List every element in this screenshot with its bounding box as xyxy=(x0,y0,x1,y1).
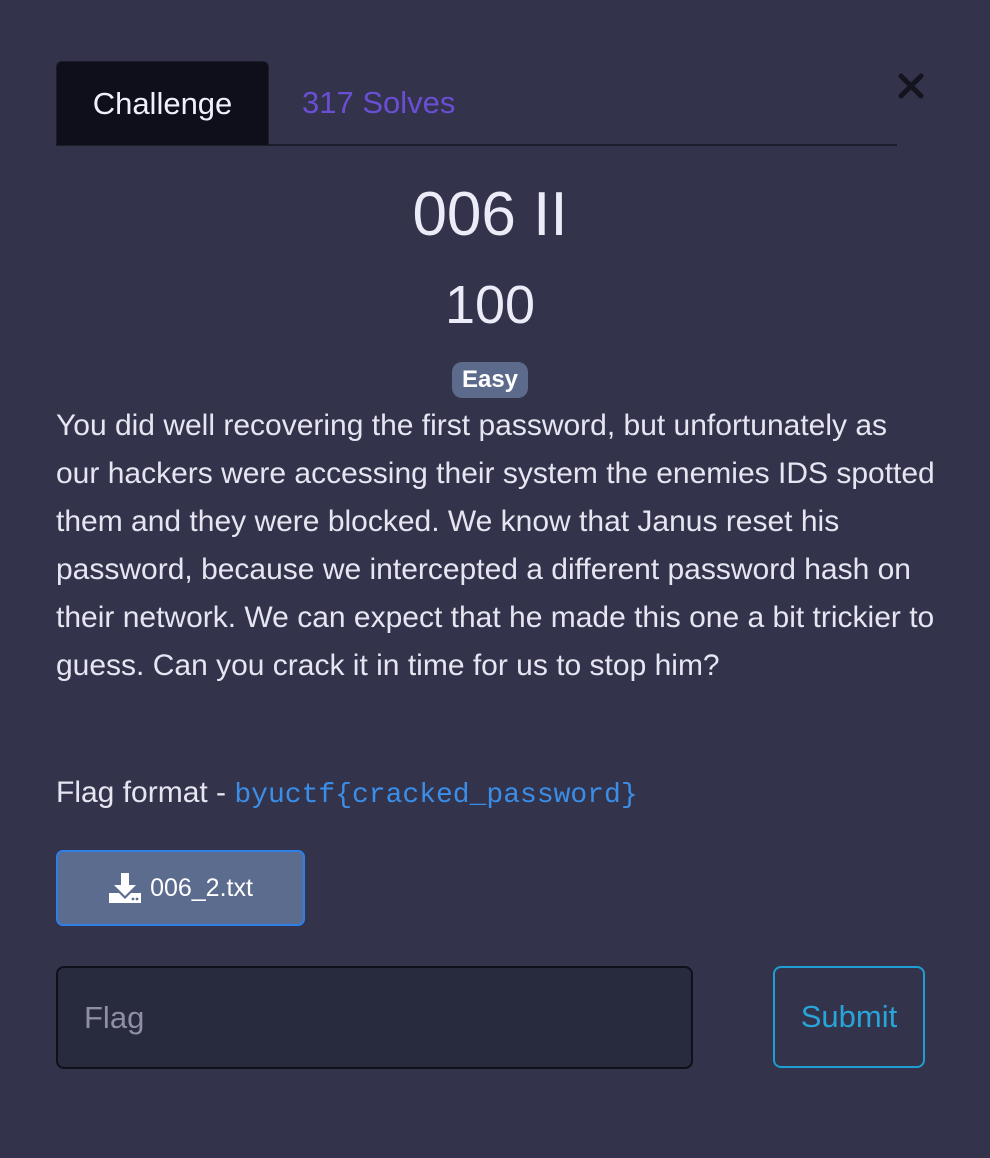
flag-input[interactable] xyxy=(56,966,693,1069)
tab-bar: Challenge 317 Solves xyxy=(56,61,897,146)
challenge-description: You did well recovering the first passwo… xyxy=(56,409,935,682)
difficulty-badge-wrap: Easy xyxy=(0,362,980,398)
download-file-button[interactable]: 006_2.txt xyxy=(56,850,305,926)
challenge-name: 006 II xyxy=(412,180,568,249)
difficulty-badge: Easy xyxy=(451,362,529,398)
flag-format-line: Flag format - byuctf{cracked_password} xyxy=(56,770,638,819)
tab-challenge-label: Challenge xyxy=(92,85,233,121)
tab-solves[interactable]: 317 Solves xyxy=(302,61,455,144)
tab-challenge[interactable]: Challenge xyxy=(56,61,269,145)
flag-format-code: byuctf{cracked_password} xyxy=(234,780,638,811)
submit-button[interactable]: Submit xyxy=(773,966,925,1068)
tab-solves-label: 317 Solves xyxy=(302,84,456,120)
download-file-name: 006_2.txt xyxy=(150,873,253,902)
download-icon xyxy=(109,873,142,903)
challenge-modal: Challenge 317 Solves 006 II 100 Easy You… xyxy=(0,0,990,1158)
challenge-points: 100 xyxy=(444,275,536,335)
close-button[interactable] xyxy=(895,66,927,106)
flag-format-label: Flag format - xyxy=(56,776,235,809)
close-icon xyxy=(898,73,924,99)
